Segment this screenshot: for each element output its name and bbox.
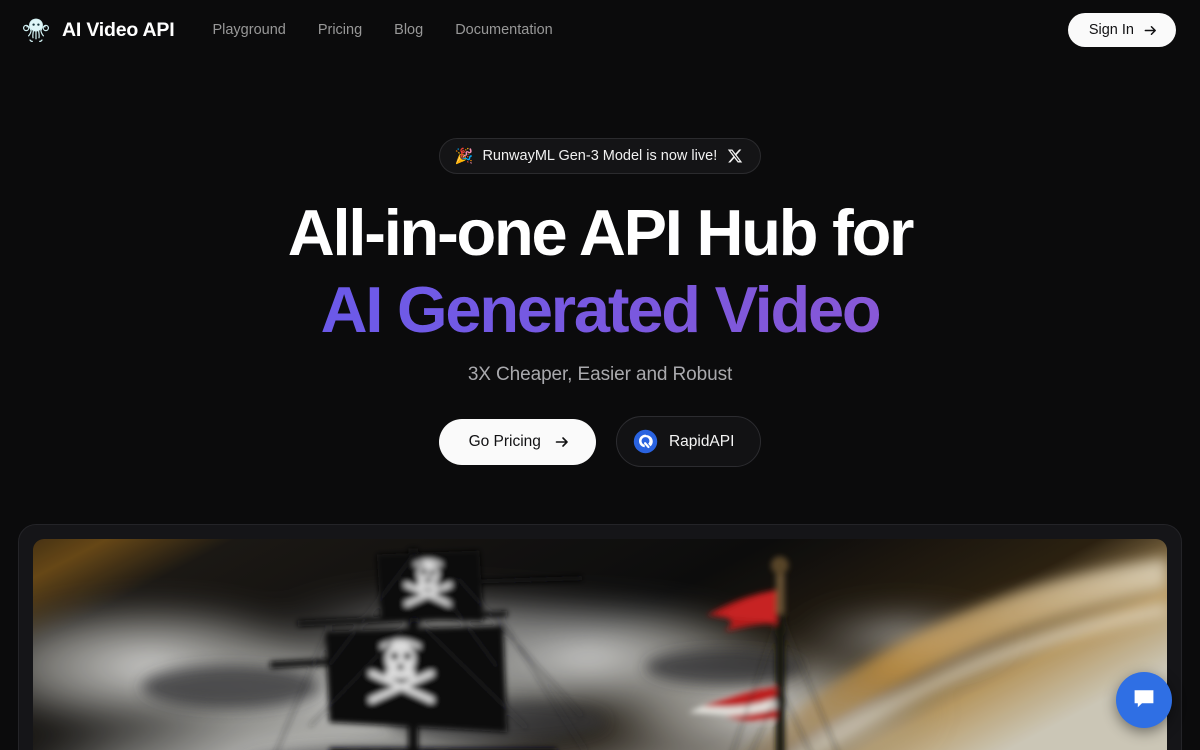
nav-link-pricing[interactable]: Pricing — [318, 22, 362, 38]
chat-widget-button[interactable] — [1116, 672, 1172, 728]
hero-subtitle: 3X Cheaper, Easier and Robust — [467, 364, 733, 385]
announcement-badge[interactable]: 🎉 RunwayML Gen-3 Model is now live! — [438, 138, 762, 174]
rapidapi-logo-icon — [633, 429, 658, 454]
x-twitter-icon[interactable] — [726, 148, 743, 164]
brand-logo-link[interactable]: AI Video API — [20, 14, 175, 46]
arrow-right-icon — [554, 434, 570, 450]
hero-video[interactable] — [33, 539, 1167, 750]
nav-link-blog[interactable]: Blog — [394, 22, 423, 38]
video-showcase-container — [18, 524, 1182, 750]
headline-line-1: All-in-one API Hub for — [287, 196, 915, 269]
hero-section: 🎉 RunwayML Gen-3 Model is now live! All-… — [0, 60, 1200, 467]
nav-links: Playground Pricing Blog Documentation — [212, 22, 552, 38]
sign-in-button[interactable]: Sign In — [1067, 13, 1176, 47]
top-navbar: AI Video API Playground Pricing Blog Doc… — [0, 0, 1200, 60]
rapidapi-label: RapidAPI — [668, 432, 735, 450]
go-pricing-button[interactable]: Go Pricing — [438, 418, 596, 465]
brand-name: AI Video API — [62, 18, 175, 41]
rapidapi-button[interactable]: RapidAPI — [615, 416, 762, 467]
nav-link-playground[interactable]: Playground — [212, 22, 285, 38]
sign-in-label: Sign In — [1088, 22, 1134, 38]
chat-bubble-icon — [1130, 685, 1158, 716]
arrow-right-icon — [1143, 23, 1158, 38]
headline-line-2: AI Generated Video — [0, 277, 1200, 342]
party-popper-icon: 🎉 — [454, 147, 474, 165]
octopus-icon — [20, 14, 52, 46]
go-pricing-label: Go Pricing — [468, 432, 541, 450]
cta-row: Go Pricing RapidAPI — [0, 416, 1200, 467]
page-title: All-in-one API Hub for AI Generated Vide… — [0, 200, 1200, 342]
nav-link-documentation[interactable]: Documentation — [455, 22, 553, 38]
announcement-text: RunwayML Gen-3 Model is now live! — [482, 148, 718, 164]
